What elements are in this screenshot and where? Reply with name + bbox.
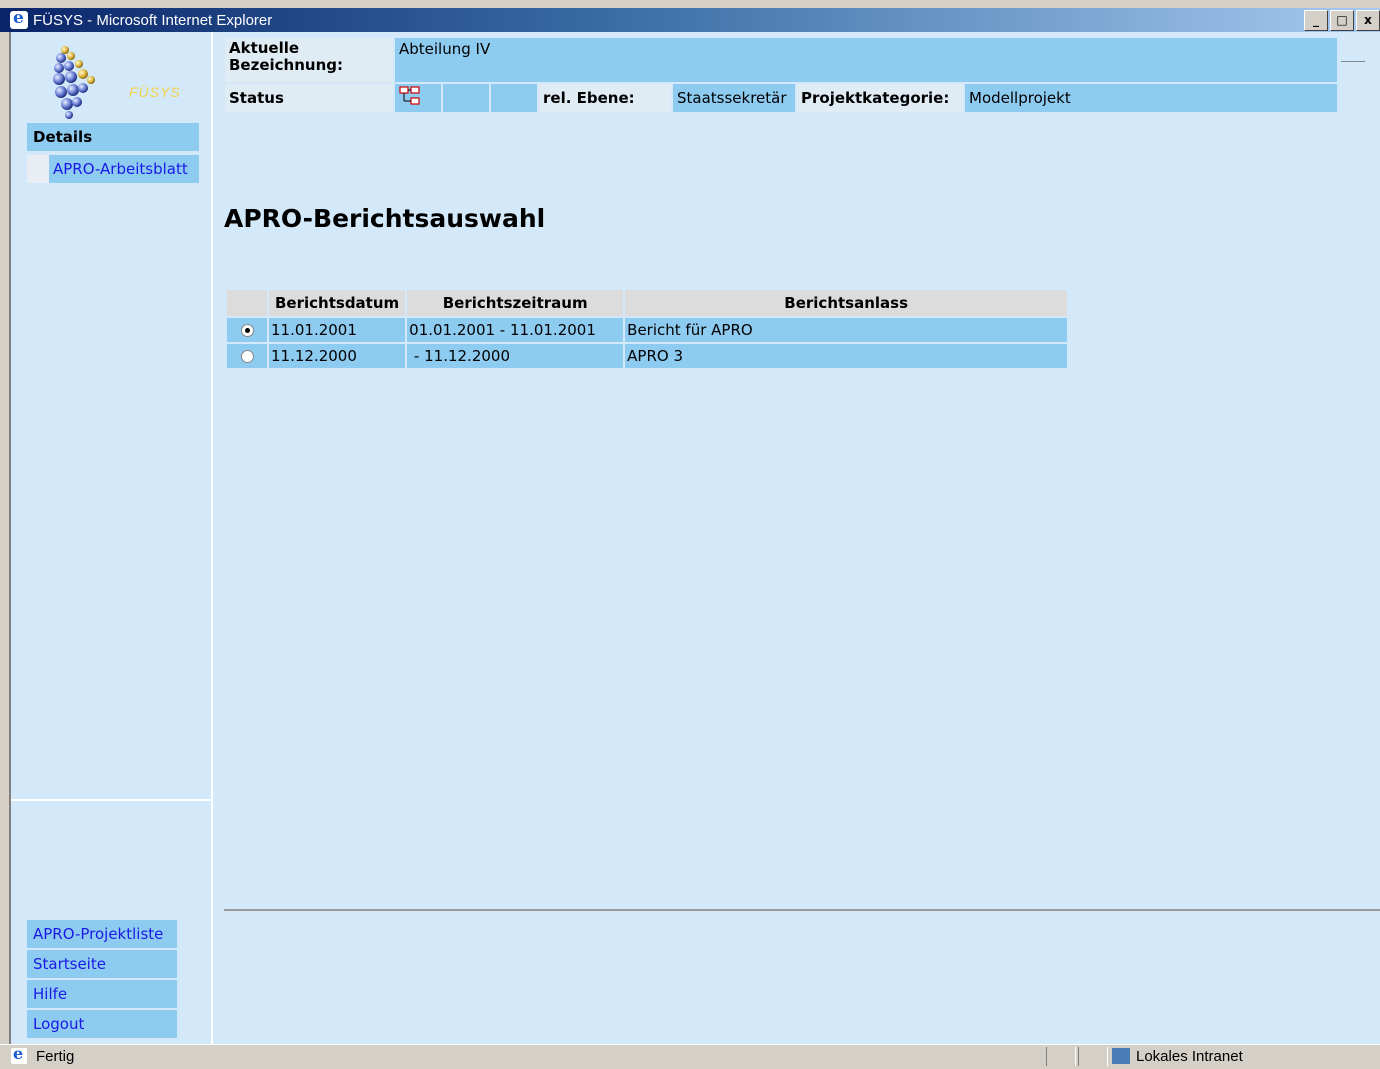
report-radio-2[interactable] <box>240 350 254 363</box>
left-navigation: FÜSYS Details APRO-Arbeitsblatt APRO-Pro… <box>11 32 213 1044</box>
close-button[interactable]: x <box>1356 10 1380 31</box>
zone-text: Lokales Intranet <box>1136 1048 1243 1065</box>
status-cell-security <box>1078 1047 1108 1066</box>
table-row[interactable]: 11.12.2000 - 11.12.2000 APRO 3 <box>227 344 1068 368</box>
nav-link-apro-arbeitsblatt[interactable]: APRO-Arbeitsblatt <box>49 155 199 183</box>
ie-icon <box>10 8 28 29</box>
link-logout[interactable]: Logout <box>27 1010 177 1038</box>
nav-indent <box>27 155 49 183</box>
nav-section-details: Details <box>27 123 199 151</box>
logo-spheres-icon <box>53 46 95 119</box>
header-rule <box>1341 61 1365 62</box>
intranet-zone-icon <box>1112 1048 1130 1064</box>
hierarchy-icon <box>399 86 420 105</box>
browser-content: FÜSYS Details APRO-Arbeitsblatt APRO-Pro… <box>9 32 1380 1044</box>
bottom-links: APRO-Projektliste Startseite Hilfe Logou… <box>27 920 177 1040</box>
kategorie-label: Projektkategorie: <box>797 84 963 112</box>
window-titlebar: FÜSYS - Microsoft Internet Explorer _ □ … <box>0 8 1380 32</box>
page-status-icon <box>11 1044 27 1064</box>
cell-berichtsdatum: 11.01.2001 <box>269 318 406 342</box>
table-header-row: Berichtsdatum Berichtszeitraum Berichtsa… <box>227 290 1068 316</box>
status-cell-progress <box>1046 1047 1076 1066</box>
ebene-value: Staatssekretär <box>673 84 795 112</box>
window-controls: _ □ x <box>1304 10 1380 31</box>
cell-berichtsanlass: Bericht für APRO <box>625 318 1068 342</box>
status-cell-3 <box>491 84 537 112</box>
col-header-berichtsanlass: Berichtsanlass <box>625 290 1068 316</box>
cell-berichtsanlass: APRO 3 <box>625 344 1068 368</box>
bezeichnung-label: Aktuelle Bezeichnung: <box>225 38 393 82</box>
kategorie-value: Modellprojekt <box>965 84 1337 112</box>
cell-berichtsdatum: 11.12.2000 <box>269 344 406 368</box>
window-title: FÜSYS - Microsoft Internet Explorer <box>33 11 273 29</box>
status-label: Status <box>225 84 393 112</box>
status-bar: Fertig Lokales Intranet <box>0 1044 1380 1069</box>
table-row[interactable]: 11.01.2001 01.01.2001 - 11.01.2001 Beric… <box>227 318 1068 342</box>
status-text: Fertig <box>36 1048 75 1065</box>
ebene-label: rel. Ebene: <box>539 84 671 112</box>
link-hilfe[interactable]: Hilfe <box>27 980 177 1008</box>
bezeichnung-value: Abteilung IV <box>395 38 1337 82</box>
row-select-cell <box>227 318 267 342</box>
cell-berichtszeitraum: 01.01.2001 - 11.01.2001 <box>407 318 624 342</box>
logo-text: FÜSYS <box>129 84 181 100</box>
status-value <box>395 84 441 112</box>
col-header-berichtsdatum: Berichtsdatum <box>269 290 406 316</box>
nav-item-apro-arbeitsblatt[interactable]: APRO-Arbeitsblatt <box>27 155 199 183</box>
minimize-button[interactable]: _ <box>1304 10 1328 31</box>
status-cell-2 <box>443 84 489 112</box>
link-apro-projektliste[interactable]: APRO-Projektliste <box>27 920 177 948</box>
report-radio-1[interactable] <box>240 324 254 337</box>
link-startseite[interactable]: Startseite <box>27 950 177 978</box>
fuesys-logo: FÜSYS <box>45 42 180 122</box>
nav-divider <box>11 799 211 801</box>
row-select-cell <box>227 344 267 368</box>
maximize-button[interactable]: □ <box>1330 10 1354 31</box>
report-table: Berichtsdatum Berichtszeitraum Berichtsa… <box>225 288 1069 370</box>
col-header-berichtszeitraum: Berichtszeitraum <box>407 290 624 316</box>
page-title: APRO-Berichtsauswahl <box>224 204 546 233</box>
col-header-select <box>227 290 267 316</box>
cell-berichtszeitraum: - 11.12.2000 <box>407 344 624 368</box>
content-divider <box>224 909 1380 911</box>
